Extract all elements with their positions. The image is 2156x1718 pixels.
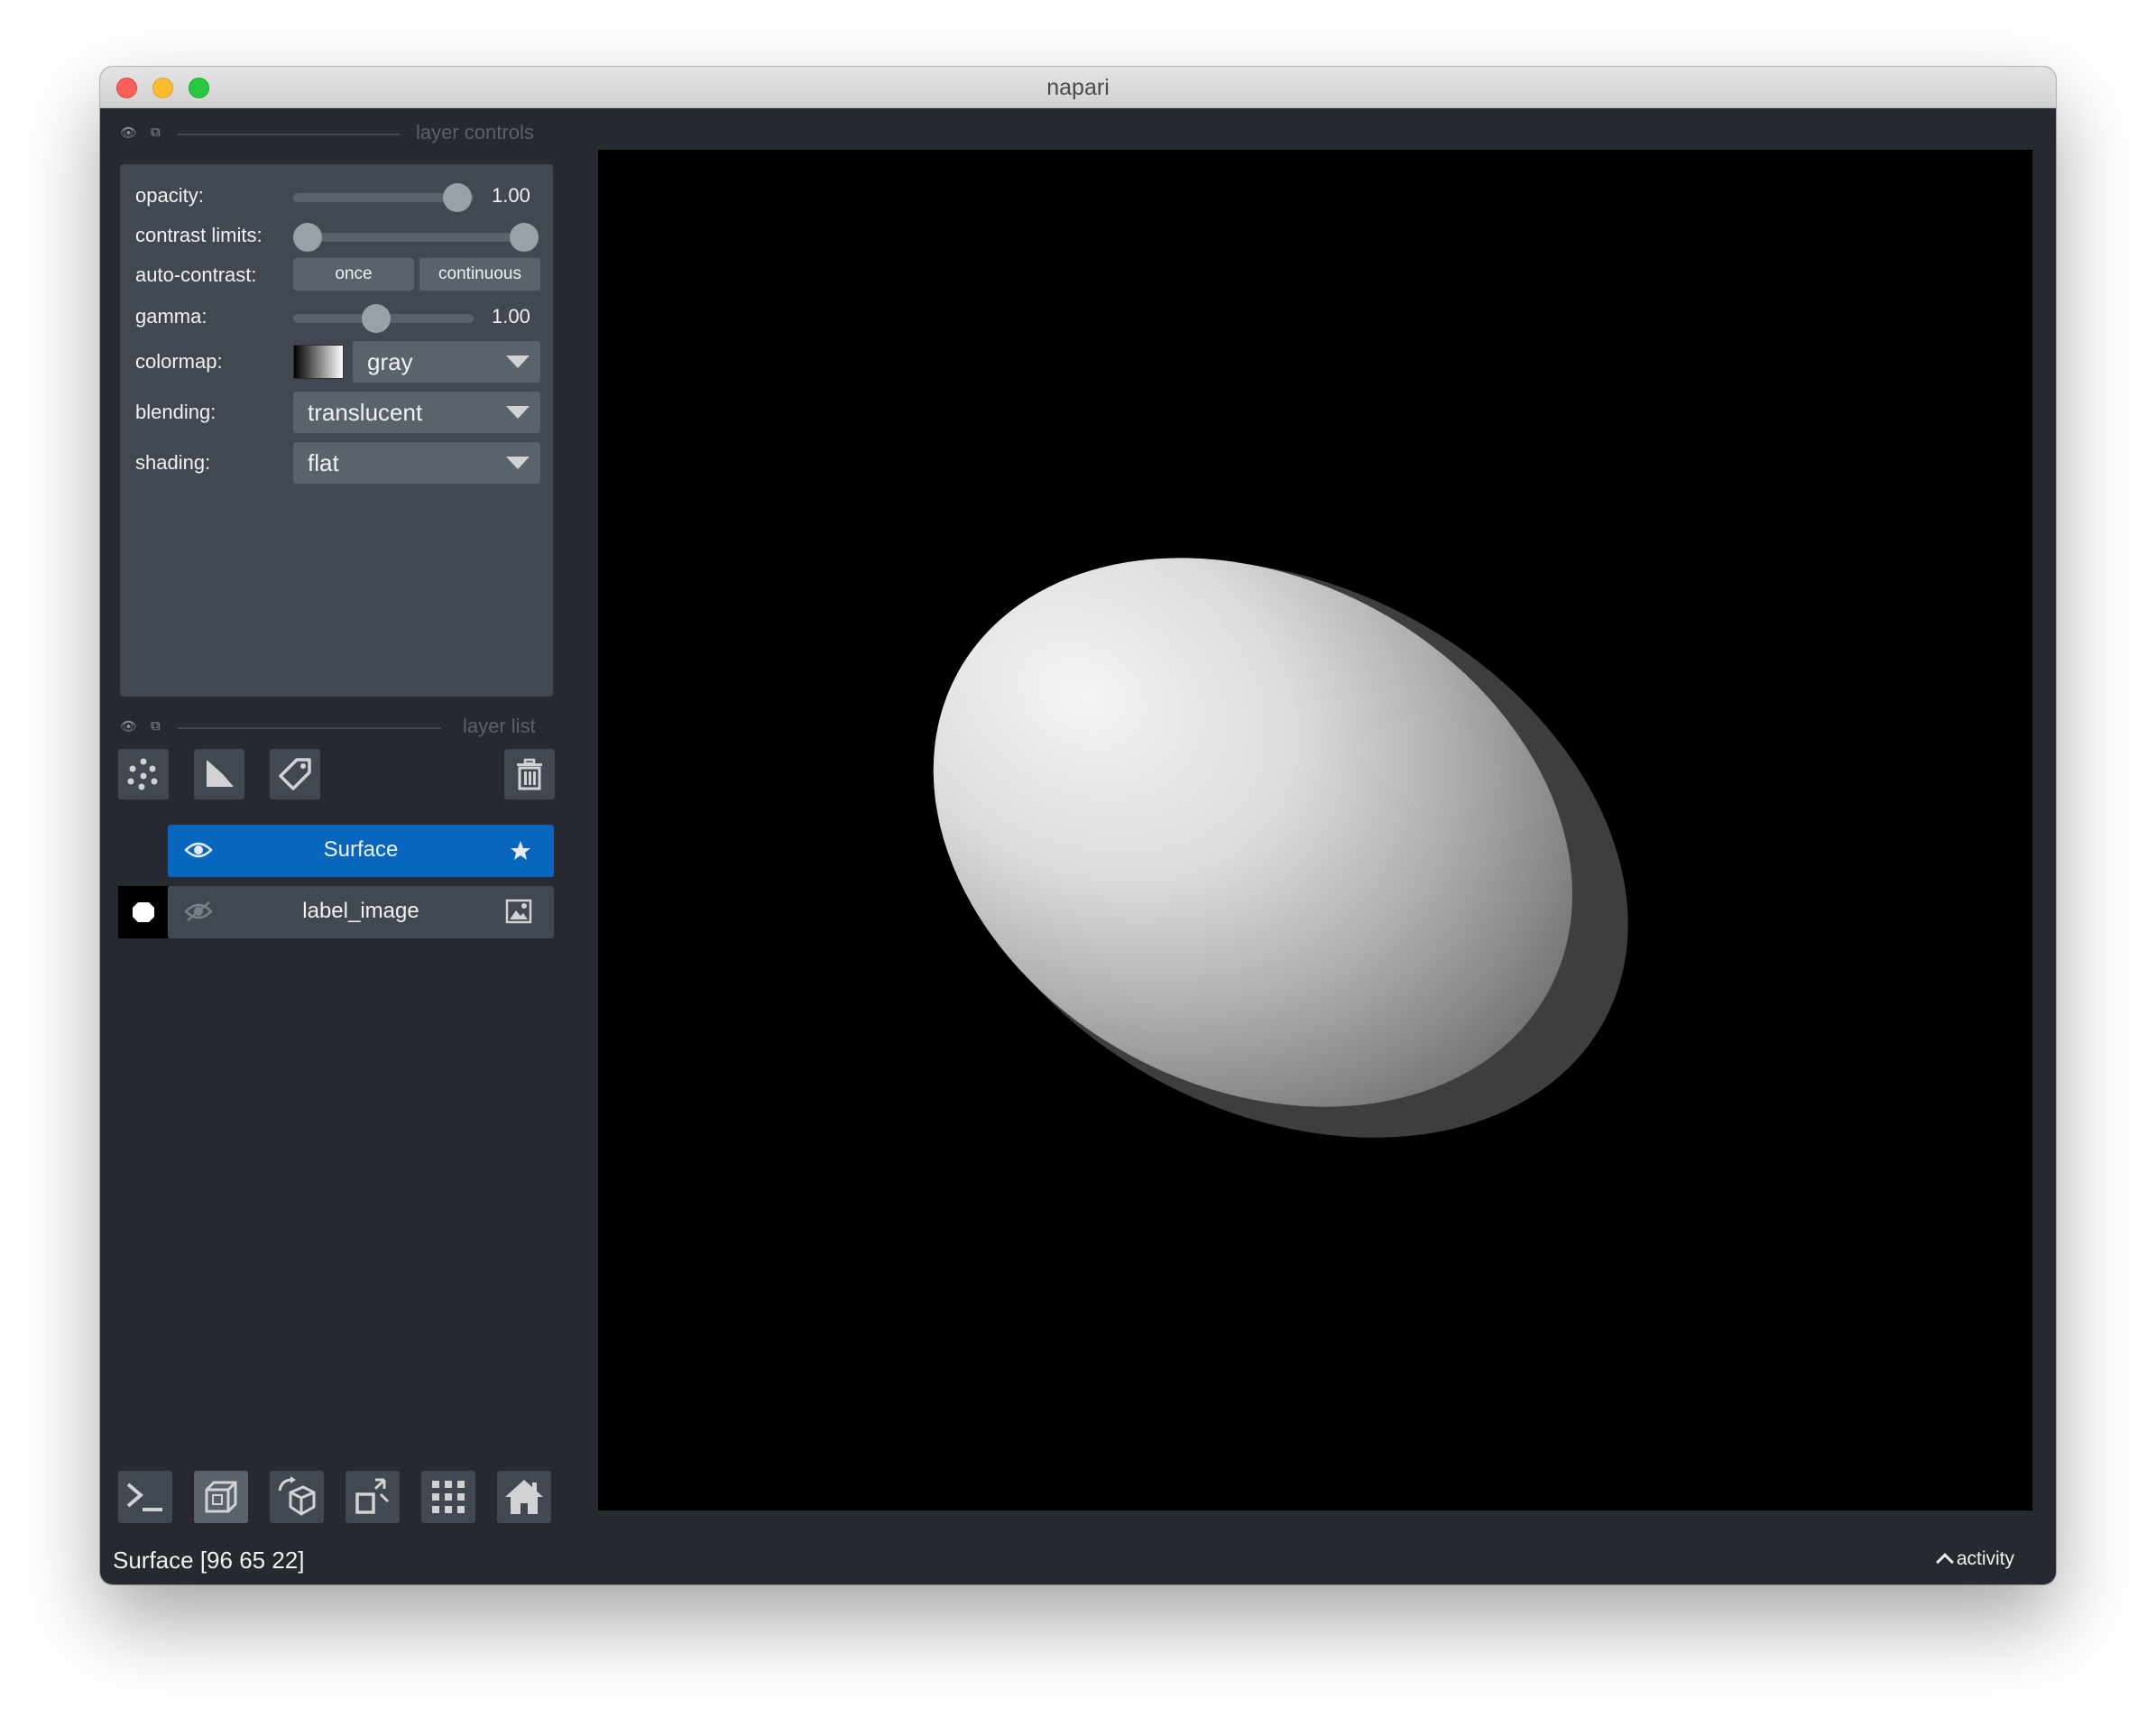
napari-window: napari 👁 ⧉ layer controls opacity: 1.00 … [100,67,2056,1584]
console-icon [126,1482,162,1511]
image-icon [505,899,532,924]
surface-render [933,558,1628,1138]
activity-label: activity [1956,1548,2014,1569]
colormap-label: colormap: [135,350,223,373]
layer-name: label_image [302,899,419,923]
grid-icon [432,1481,465,1513]
close-dock-icon[interactable]: ⧉ [151,125,161,140]
delete-layer-button[interactable] [504,749,555,799]
home-button[interactable] [497,1471,551,1523]
shading-label: shading: [135,451,211,474]
chevron-down-icon [506,356,530,368]
home-icon [505,1480,543,1514]
new-shapes-button[interactable] [194,749,244,799]
new-points-button[interactable] [118,749,169,799]
new-labels-button[interactable] [270,749,320,799]
chevron-down-icon [506,457,530,469]
viewer-canvas[interactable] [598,150,2032,1510]
blending-value: translucent [308,399,423,426]
new-labels-icon [279,758,311,790]
status-text: Surface [96 65 22] [113,1547,305,1574]
float-dock-icon[interactable]: 👁 [120,125,137,141]
ndisplay-icon [205,1481,237,1513]
contrast-limits-high-handle[interactable] [510,223,539,252]
opacity-value: 1.00 [492,184,530,207]
auto-contrast-once-button[interactable]: once [293,258,414,291]
gamma-value: 1.00 [492,305,530,328]
grid-view-button[interactable] [421,1471,475,1523]
layer-name: Surface [323,837,399,862]
new-shapes-icon [207,760,234,787]
colormap-dropdown[interactable]: gray [353,341,540,383]
auto-contrast-label: auto-contrast: [135,263,257,286]
opacity-slider-handle[interactable] [443,183,472,212]
colormap-swatch [293,345,344,379]
contrast-limits-low-handle[interactable] [293,223,322,252]
shading-value: flat [308,449,339,476]
label-image-thumbnail [118,886,169,938]
contrast-limits-slider[interactable] [300,233,517,242]
blending-dropdown[interactable]: translucent [293,392,540,433]
layer-item-label-image[interactable]: label_image [168,886,554,938]
close-dock-icon[interactable]: ⧉ [151,718,161,734]
star-icon [511,841,530,860]
shading-dropdown[interactable]: flat [293,442,540,484]
delete-layer-icon [517,758,542,790]
contrast-limits-label: contrast limits: [135,224,263,246]
chevron-down-icon [506,406,530,419]
chevron-up-icon [1935,1553,1954,1571]
console-button[interactable] [118,1471,172,1523]
layer-controls-header: 👁 ⧉ layer controls [100,119,569,148]
new-points-icon [127,758,158,790]
auto-contrast-continuous-button[interactable]: continuous [419,258,540,291]
gamma-label: gamma: [135,305,207,328]
window-title: napari [1046,75,1110,100]
layer-list-header: 👁 ⧉ layer list [100,713,569,742]
layer-controls-panel: opacity: 1.00 contrast limits: auto-cont… [120,164,553,697]
roll-dims-button[interactable] [270,1471,324,1523]
gamma-slider-handle[interactable] [362,304,391,333]
transpose-icon [355,1478,390,1514]
float-dock-icon[interactable]: 👁 [120,718,137,734]
roll-dims-icon [278,1476,316,1516]
transpose-button[interactable] [346,1471,400,1523]
activity-button[interactable]: activity [1935,1548,2014,1571]
layer-controls-title: layer controls [416,121,534,143]
opacity-label: opacity: [135,184,204,207]
title-bar: napari [100,67,2056,108]
ndisplay-button[interactable] [194,1471,248,1523]
colormap-value: gray [367,348,413,375]
blending-label: blending: [135,401,217,423]
layer-item-surface[interactable]: Surface [168,825,554,877]
layer-list-title: layer list [463,715,536,737]
